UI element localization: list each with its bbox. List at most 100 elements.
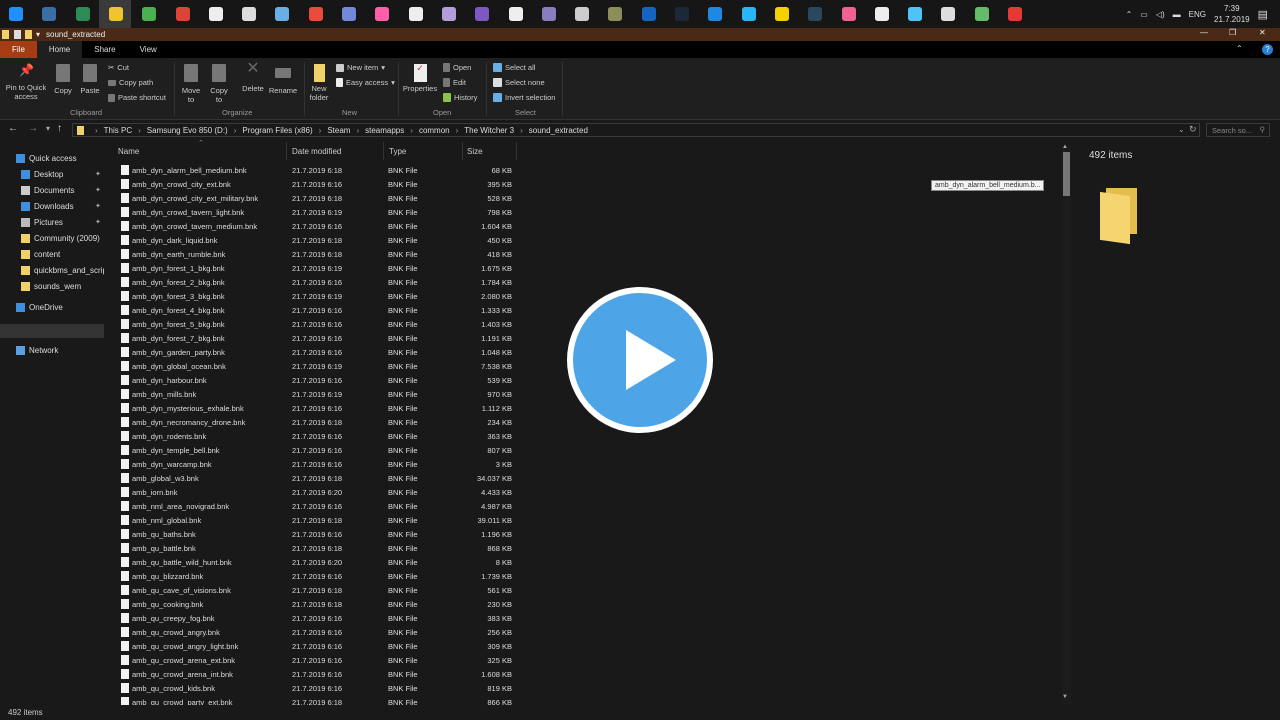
file-row[interactable]: amb_dyn_forest_4_bkg.bnk 21.7.2019 6:16 BN… [118,303,518,317]
invert-selection-button[interactable]: Invert selection [493,93,555,102]
recent-locations-icon[interactable]: ▾ [46,124,50,133]
file-row[interactable]: amb_dyn_crowd_tavern_medium.bnk 21.7.2019… [118,219,518,233]
file-row[interactable]: amb_dyn_global_ocean.bnk 21.7.2019 6:19 BN… [118,359,518,373]
breadcrumb-chevron-icon[interactable]: › [95,126,98,135]
xbox-icon[interactable] [75,7,90,21]
column-header-date-modified[interactable]: Date modified [292,147,341,156]
file-row[interactable]: amb_dyn_forest_7_bkg.bnk 21.7.2019 6:16 BN… [118,331,518,345]
app-v-icon[interactable] [641,7,656,21]
file-row[interactable]: amb_dyn_harbour.bnk 21.7.2019 6:16 BNK Fil… [118,373,518,387]
app-pink-2-icon[interactable] [841,7,856,21]
notepad-icon[interactable] [275,7,290,21]
nav-item-star[interactable]: Quick access [0,151,104,165]
customize-toolbar-icon[interactable]: ▾ [36,30,40,39]
eclipse-icon[interactable] [541,7,556,21]
notifications-icon[interactable]: ▤ [1258,8,1268,21]
minimize-button[interactable]: — [1200,28,1208,37]
file-row[interactable]: amb_dyn_forest_3_bkg.bnk 21.7.2019 6:19 BN… [118,289,518,303]
tab-view[interactable]: View [128,41,169,58]
file-row[interactable]: amb_qu_crowd_arena_ext.bnk 21.7.2019 6:16… [118,653,518,667]
close-button[interactable]: ✕ [1259,28,1266,37]
tab-file[interactable]: File [0,41,37,58]
file-row[interactable]: amb_dyn_rodents.bnk 21.7.2019 6:16 BNK Fil… [118,429,518,443]
open-button[interactable]: Open [443,63,471,72]
address-bar[interactable]: › This PC › Samsung Evo 850 (D:) › Program Fi… [72,123,1200,137]
copy-button[interactable]: Copy [52,64,74,95]
app-red-icon[interactable] [308,7,323,21]
file-row[interactable]: amb_dyn_warcamp.bnk 21.7.2019 6:16 BNK Fil… [118,457,518,471]
new-item-button[interactable]: New item ▾ [336,63,385,72]
nav-item-desktop[interactable]: Desktop ✦ [0,167,104,181]
address-dropdown-icon[interactable]: ⌄ [1178,125,1185,134]
breadcrumb-item[interactable]: Program Files (x86) [242,126,312,135]
file-row[interactable]: amb_dyn_alarm_bell_medium.bnk 21.7.2019 6… [118,163,518,177]
file-row[interactable]: amb_qu_cave_of_visions.bnk 21.7.2019 6:18… [118,583,518,597]
scrollbar-thumb[interactable] [1063,152,1070,196]
new-folder-quick-icon[interactable] [25,30,32,39]
utorrent-icon[interactable] [142,7,157,21]
app-ghost-icon[interactable] [475,7,490,21]
sticky-notes-icon[interactable] [774,7,789,21]
nav-item-folder[interactable]: sounds_wem [0,279,104,293]
app-disc-icon[interactable] [441,7,456,21]
nav-item-pictures[interactable]: Pictures ✦ [0,215,104,229]
file-row[interactable]: amb_dyn_crowd_tavern_light.bnk 21.7.2019 … [118,205,518,219]
column-divider[interactable] [516,142,517,160]
file-row[interactable]: amb_dyn_forest_5_bkg.bnk 21.7.2019 6:16 BN… [118,317,518,331]
rename-button[interactable]: Rename [268,64,298,95]
chrome-icon[interactable] [175,7,190,21]
cut-button[interactable]: ✂ Cut [108,63,129,72]
steam-icon[interactable] [675,7,689,21]
forward-arrow-icon[interactable]: → [28,123,38,134]
file-row[interactable]: amb_dyn_mysterious_exhale.bnk 21.7.2019 6… [118,401,518,415]
tab-home[interactable]: Home [36,41,83,58]
app-white-icon[interactable] [874,7,889,21]
nav-item-folder[interactable]: quickbms_and_scripts [0,263,104,277]
breadcrumb-item[interactable]: steamapps [365,126,404,135]
file-row[interactable]: amb_nml_global.bnk 21.7.2019 6:18 BNK File… [118,513,518,527]
file-row[interactable]: amb_qu_crowd_arena_int.bnk 21.7.2019 6:16… [118,667,518,681]
edit-button[interactable]: Edit [443,78,466,87]
clock[interactable]: 7:39 21.7.2019 [1214,3,1250,25]
file-row[interactable]: amb_qu_battle.bnk 21.7.2019 6:18 BNK File 8… [118,541,518,555]
file-row[interactable]: amb_dyn_earth_rumble.bnk 21.7.2019 6:18 BN… [118,247,518,261]
pin-to-quick-access-button[interactable]: 📌 Pin to Quick access [3,64,49,101]
paste-button[interactable]: Paste [79,64,101,95]
file-row[interactable]: amb_dyn_garden_party.bnk 21.7.2019 6:16 BN… [118,345,518,359]
back-arrow-icon[interactable]: ← [8,123,18,134]
app-tripod-icon[interactable] [575,7,590,21]
app-fox-icon[interactable] [242,7,257,21]
nav-item-onedrive[interactable]: OneDrive [0,300,104,314]
file-row[interactable]: amb_qu_crowd_kids.bnk 21.7.2019 6:16 BNK F… [118,681,518,695]
column-divider[interactable] [383,142,384,160]
help-icon[interactable]: ? [1262,44,1273,55]
column-divider[interactable] [462,142,463,160]
breadcrumb-chevron-icon[interactable]: › [456,126,459,135]
file-row[interactable]: amb_qu_crowd_angry.bnk 21.7.2019 6:16 BNK … [118,625,518,639]
copy-to-button[interactable]: Copy to [208,64,230,104]
scroll-up-icon[interactable]: ▲ [1062,144,1068,150]
file-explorer-icon[interactable] [108,7,123,21]
app-c-icon[interactable] [741,7,756,21]
slack-icon[interactable] [508,7,523,21]
app-pink-icon[interactable] [375,7,390,21]
language-indicator[interactable]: ENG [1189,10,1206,19]
nav-item-folder[interactable]: content [0,247,104,261]
file-row[interactable]: amb_dyn_temple_bell.bnk 21.7.2019 6:16 BNK… [118,443,518,457]
scrollbar[interactable]: ▲ ▼ [1062,144,1071,704]
file-row[interactable]: amb_qu_battle_wild_hunt.bnk 21.7.2019 6:2… [118,555,518,569]
file-row[interactable]: amb_dyn_necromancy_drone.bnk 21.7.2019 6:… [118,415,518,429]
network-icon[interactable]: ▭ [1140,10,1148,19]
app-blue-icon[interactable] [908,7,923,21]
history-button[interactable]: History [443,93,477,102]
file-row[interactable]: amb_qu_crowd_angry_light.bnk 21.7.2019 6:… [118,639,518,653]
video-play-button[interactable] [567,287,713,433]
tab-share[interactable]: Share [82,41,127,58]
file-row[interactable]: amb_qu_blizzard.bnk 21.7.2019 6:16 BNK Fil… [118,569,518,583]
file-row[interactable]: amb_qu_crowd_party_ext.bnk 21.7.2019 6:18… [118,695,518,705]
refresh-icon[interactable]: ↻ [1189,124,1197,135]
breadcrumb-chevron-icon[interactable]: › [520,126,523,135]
delete-button[interactable]: ✕ Delete [240,61,266,94]
easy-access-button[interactable]: Easy access ▾ [336,78,395,87]
file-row[interactable]: amb_dyn_forest_1_bkg.bnk 21.7.2019 6:19 BN… [118,261,518,275]
